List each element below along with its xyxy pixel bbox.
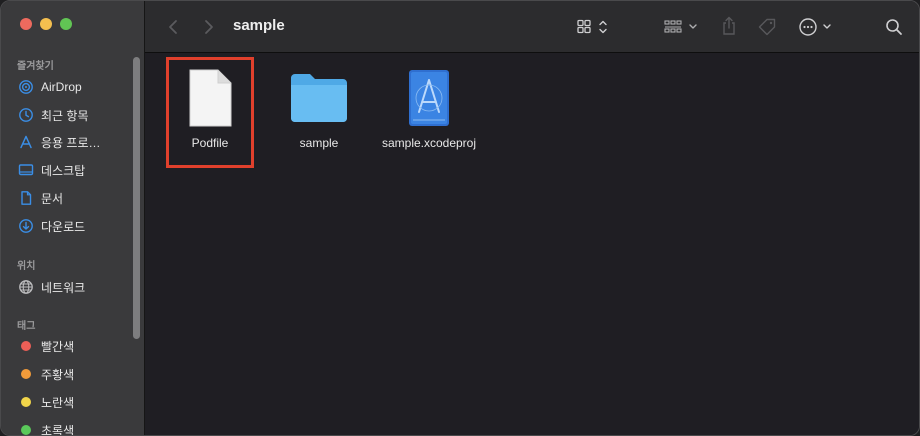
zoom-button[interactable] — [60, 18, 72, 30]
tag-button[interactable] — [755, 15, 779, 39]
window-controls — [20, 18, 72, 30]
more-actions-button[interactable] — [797, 16, 835, 38]
sidebar-item-recents[interactable]: 최근 항목 — [18, 105, 128, 125]
chevron-right-icon — [205, 20, 213, 34]
document-file-icon — [189, 69, 232, 127]
orange-tag-dot-icon — [21, 369, 31, 379]
file-item-sample-folder[interactable]: sample — [264, 68, 374, 150]
sidebar-item-label: 초록색 — [41, 423, 75, 436]
sidebar-item-airdrop[interactable]: AirDrop — [18, 77, 128, 97]
sidebar-item-label: 데스크탑 — [41, 163, 86, 178]
grid-view-icon — [577, 19, 607, 34]
folder-icon — [291, 74, 347, 122]
finder-window: 즐겨찾기 AirDrop 최근 항목 응용 프로… 데스크탑 문서 다운로드 위… — [0, 0, 920, 436]
sidebar-item-label: 최근 항목 — [41, 108, 89, 123]
group-icon — [664, 20, 697, 33]
red-tag-dot-icon — [21, 341, 31, 351]
window-title: sample — [233, 17, 285, 34]
document-icon — [18, 190, 34, 206]
sidebar-item-tag-red[interactable]: 빨간색 — [18, 336, 128, 356]
back-button[interactable] — [165, 17, 181, 37]
downloads-icon — [18, 218, 34, 234]
recents-clock-icon — [18, 107, 34, 123]
share-icon — [723, 16, 735, 35]
sidebar-item-label: 다운로드 — [41, 219, 86, 234]
search-icon — [886, 19, 902, 35]
sidebar-item-desktop[interactable]: 데스크탑 — [18, 160, 128, 180]
file-item-xcodeproj[interactable]: sample.xcodeproj — [374, 68, 484, 150]
sidebar-item-tag-green[interactable]: 초록색 — [18, 420, 128, 436]
sidebar-scrollbar[interactable] — [133, 57, 140, 339]
green-tag-dot-icon — [21, 425, 31, 435]
file-browser-content: Podfile sample sample.xcodeproj — [145, 54, 919, 435]
group-button[interactable] — [663, 16, 701, 38]
sidebar: 즐겨찾기 AirDrop 최근 항목 응용 프로… 데스크탑 문서 다운로드 위… — [1, 1, 145, 436]
sidebar-section-locations: 위치 — [17, 261, 36, 272]
view-mode-button[interactable] — [575, 16, 611, 38]
file-name: sample.xcodeproj — [381, 136, 477, 150]
sidebar-item-label: 문서 — [41, 191, 64, 206]
sidebar-item-label: AirDrop — [41, 80, 82, 94]
minimize-button[interactable] — [40, 18, 52, 30]
chevron-left-icon — [169, 20, 177, 34]
sidebar-item-label: 네트워크 — [41, 280, 86, 295]
xcodeproj-icon — [409, 70, 449, 126]
search-button[interactable] — [883, 16, 905, 38]
airdrop-icon — [18, 79, 34, 95]
desktop-icon — [18, 162, 34, 178]
sidebar-section-tags: 태그 — [17, 321, 36, 332]
ellipsis-circle-icon — [799, 18, 831, 36]
file-name: Podfile — [191, 136, 229, 150]
tag-icon — [758, 18, 776, 36]
sidebar-item-documents[interactable]: 문서 — [18, 188, 128, 208]
applications-icon — [18, 134, 34, 150]
yellow-tag-dot-icon — [21, 397, 31, 407]
file-item-podfile[interactable]: Podfile — [155, 68, 265, 150]
sidebar-item-applications[interactable]: 응용 프로… — [18, 132, 128, 152]
share-button[interactable] — [719, 14, 739, 38]
toolbar: sample — [145, 1, 919, 53]
sidebar-item-label: 주황색 — [41, 367, 75, 382]
sidebar-item-network[interactable]: 네트워크 — [18, 277, 128, 297]
sidebar-item-label: 응용 프로… — [41, 135, 101, 150]
sidebar-item-tag-yellow[interactable]: 노란색 — [18, 392, 128, 412]
sidebar-item-label: 빨간색 — [41, 339, 75, 354]
network-globe-icon — [18, 279, 34, 295]
sidebar-section-favorites: 즐겨찾기 — [17, 61, 54, 72]
sidebar-item-label: 노란색 — [41, 395, 75, 410]
file-name: sample — [299, 136, 339, 150]
close-button[interactable] — [20, 18, 32, 30]
sidebar-item-downloads[interactable]: 다운로드 — [18, 216, 128, 236]
sidebar-item-tag-orange[interactable]: 주황색 — [18, 364, 128, 384]
forward-button[interactable] — [201, 17, 217, 37]
